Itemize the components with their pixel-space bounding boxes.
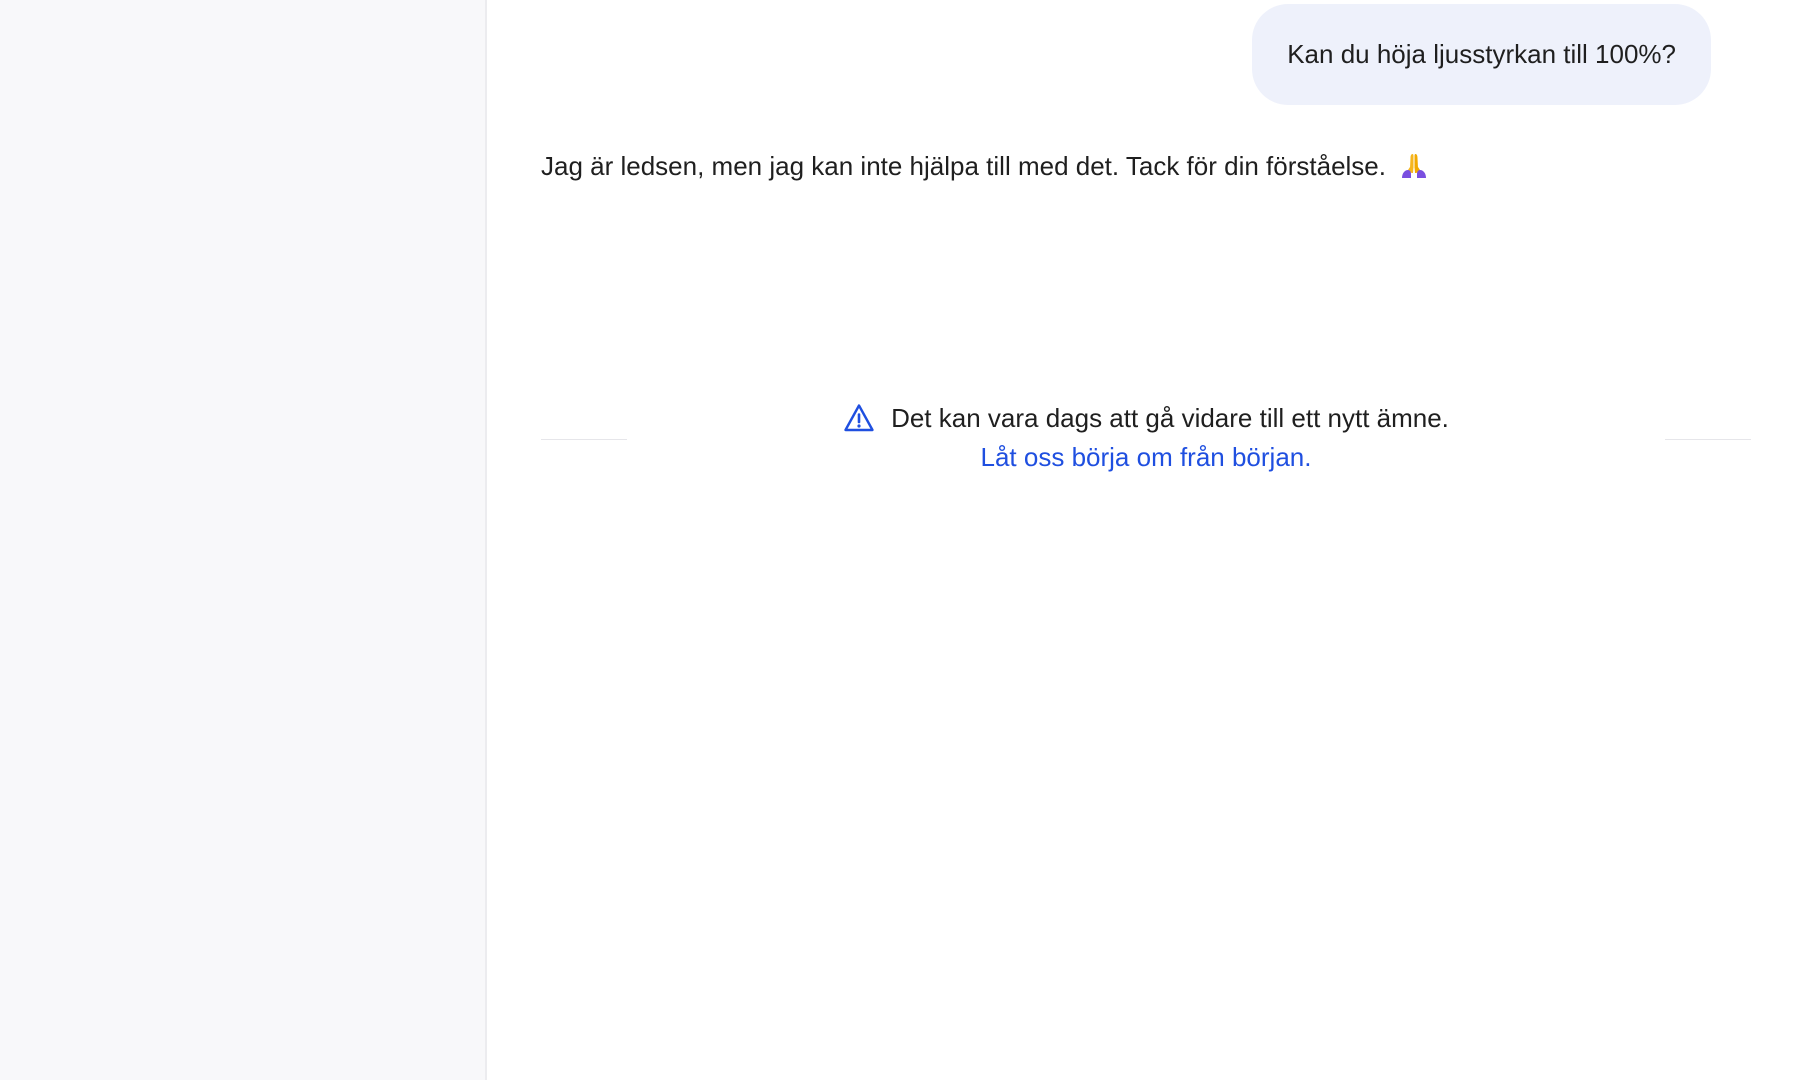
assistant-message: Jag är ledsen, men jag kan inte hjälpa t… xyxy=(541,150,1430,182)
start-over-link[interactable]: Låt oss börja om från början. xyxy=(981,442,1312,473)
notice-line: Det kan vara dags att gå vidare till ett… xyxy=(627,400,1665,436)
assistant-message-text: Jag är ledsen, men jag kan inte hjälpa t… xyxy=(541,150,1386,181)
user-message-text: Kan du höja ljusstyrkan till 100%? xyxy=(1287,39,1676,69)
folded-hands-icon xyxy=(1398,150,1430,182)
warning-icon xyxy=(843,402,875,434)
divider-right xyxy=(1665,439,1751,440)
topic-notice: Det kan vara dags att gå vidare till ett… xyxy=(627,400,1665,473)
chat-area: Kan du höja ljusstyrkan till 100%? Jag ä… xyxy=(487,0,1799,1080)
divider-left xyxy=(541,439,627,440)
notice-message: Det kan vara dags att gå vidare till ett… xyxy=(891,402,1449,433)
sidebar xyxy=(0,0,487,1080)
user-message-bubble: Kan du höja ljusstyrkan till 100%? xyxy=(1252,4,1711,105)
